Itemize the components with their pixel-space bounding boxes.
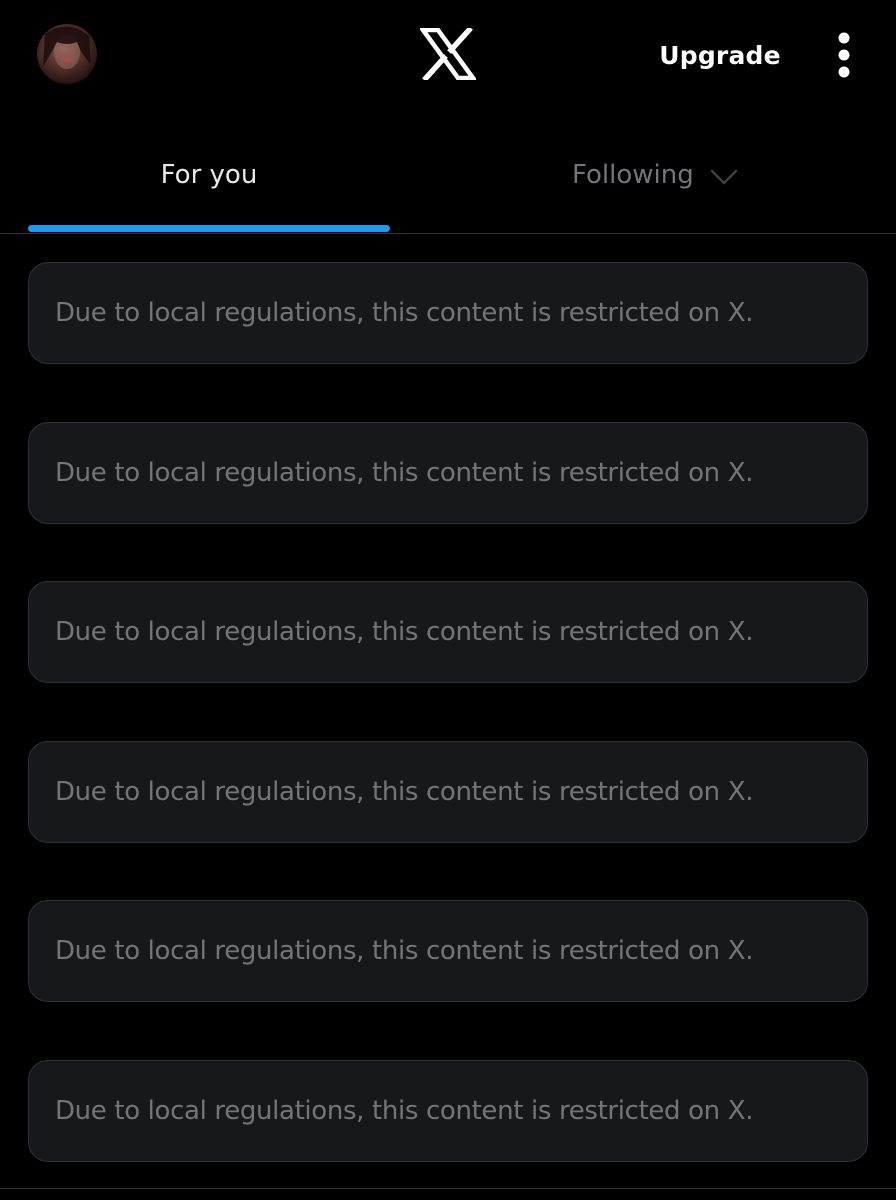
tab-following[interactable]: Following bbox=[448, 130, 868, 232]
top-bar: Upgrade bbox=[0, 0, 896, 120]
active-tab-indicator bbox=[28, 225, 390, 232]
restricted-notice-text: Due to local regulations, this content i… bbox=[55, 776, 754, 807]
tab-following-label: Following bbox=[572, 160, 694, 190]
restricted-content-notice: Due to local regulations, this content i… bbox=[28, 262, 868, 364]
divider bbox=[0, 1188, 896, 1189]
restricted-notice-text: Due to local regulations, this content i… bbox=[55, 457, 754, 488]
restricted-notice-text: Due to local regulations, this content i… bbox=[55, 617, 754, 647]
restricted-content-notice: Due to local regulations, this content i… bbox=[28, 581, 868, 683]
vertical-ellipsis-icon[interactable] bbox=[826, 28, 862, 84]
restricted-notice-text: Due to local regulations, this content i… bbox=[55, 936, 754, 966]
tab-for-you[interactable]: For you bbox=[28, 130, 390, 232]
x-logo-icon[interactable] bbox=[418, 26, 478, 82]
tab-for-you-label: For you bbox=[160, 160, 258, 190]
restricted-content-notice: Due to local regulations, this content i… bbox=[28, 740, 868, 843]
restricted-content-notice: Due to local regulations, this content i… bbox=[28, 1059, 868, 1162]
avatar[interactable] bbox=[37, 24, 97, 84]
chevron-down-icon[interactable] bbox=[710, 168, 738, 186]
app-root: Upgrade For you Following Due to local r… bbox=[0, 0, 896, 1200]
restricted-content-notice: Due to local regulations, this content i… bbox=[28, 421, 868, 524]
upgrade-button[interactable]: Upgrade bbox=[640, 36, 800, 76]
restricted-notice-text: Due to local regulations, this content i… bbox=[55, 298, 754, 328]
restricted-notice-text: Due to local regulations, this content i… bbox=[55, 1095, 754, 1126]
restricted-content-notice: Due to local regulations, this content i… bbox=[28, 900, 868, 1002]
timeline-feed: Due to local regulations, this content i… bbox=[28, 262, 868, 1200]
timeline-tabs: For you Following bbox=[0, 130, 896, 234]
avatar-photo-icon bbox=[43, 26, 91, 69]
